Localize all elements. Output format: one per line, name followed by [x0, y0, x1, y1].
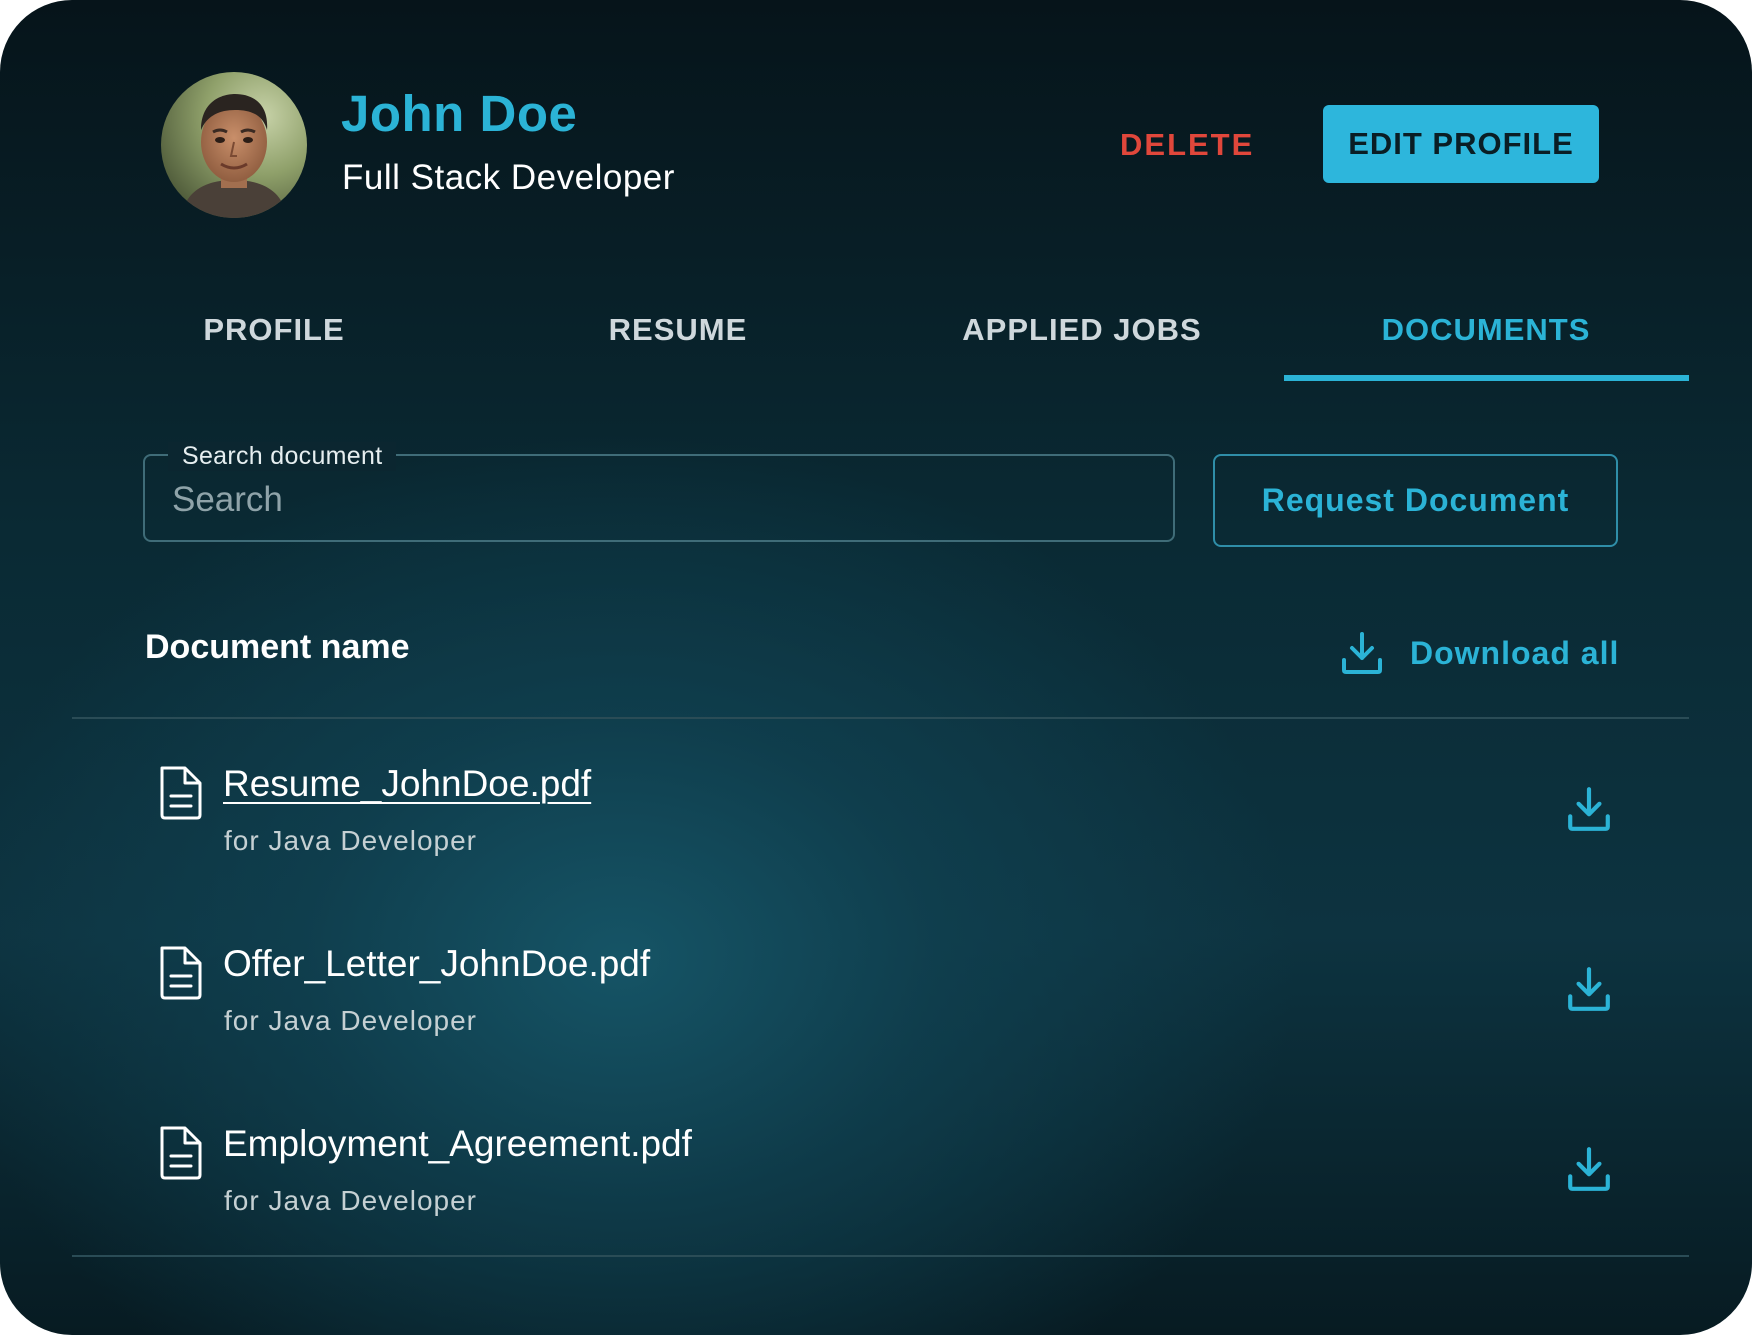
download-all-label: Download all	[1410, 634, 1620, 671]
profile-name: John Doe	[341, 85, 578, 142]
download-all-button[interactable]: Download all	[1340, 628, 1619, 678]
document-name-link[interactable]: Resume_JohnDoe.pdf	[223, 763, 591, 805]
download-icon[interactable]	[1566, 965, 1612, 1013]
delete-button[interactable]: DELETE	[1120, 120, 1254, 170]
table-row: Offer_Letter_JohnDoe.pdf for Java Develo…	[0, 943, 1752, 1103]
document-subtitle: for Java Developer	[224, 1185, 478, 1216]
tab-resume[interactable]: RESUME	[476, 312, 880, 368]
profile-card: John Doe Full Stack Developer DELETE EDI…	[0, 0, 1752, 1335]
download-icon[interactable]	[1566, 1145, 1612, 1193]
tab-profile[interactable]: PROFILE	[72, 312, 476, 368]
table-row: Employment_Agreement.pdf for Java Develo…	[0, 1123, 1752, 1283]
search-field-label: Search document	[168, 442, 397, 471]
document-name-header: Document name	[145, 628, 410, 666]
tab-applied-jobs[interactable]: APPLIED JOBS	[880, 312, 1284, 368]
file-icon	[160, 1126, 202, 1180]
file-icon	[160, 946, 202, 1000]
search-input[interactable]	[172, 476, 1152, 524]
table-header-divider	[72, 717, 1689, 719]
avatar	[161, 72, 307, 218]
file-icon	[160, 766, 202, 820]
document-subtitle: for Java Developer	[224, 1005, 478, 1036]
active-tab-indicator	[1284, 375, 1689, 381]
profile-role: Full Stack Developer	[342, 158, 675, 197]
edit-profile-button[interactable]: EDIT PROFILE	[1323, 105, 1599, 183]
document-name-link[interactable]: Offer_Letter_JohnDoe.pdf	[223, 943, 650, 985]
tab-documents[interactable]: DOCUMENTS	[1284, 312, 1688, 368]
download-icon[interactable]	[1566, 785, 1612, 833]
table-bottom-divider	[72, 1255, 1689, 1257]
request-document-button[interactable]: Request Document	[1213, 454, 1618, 547]
download-icon	[1342, 632, 1382, 674]
document-subtitle: for Java Developer	[224, 825, 478, 856]
table-row: Resume_JohnDoe.pdf for Java Developer	[0, 763, 1752, 923]
document-name-link[interactable]: Employment_Agreement.pdf	[223, 1123, 692, 1165]
